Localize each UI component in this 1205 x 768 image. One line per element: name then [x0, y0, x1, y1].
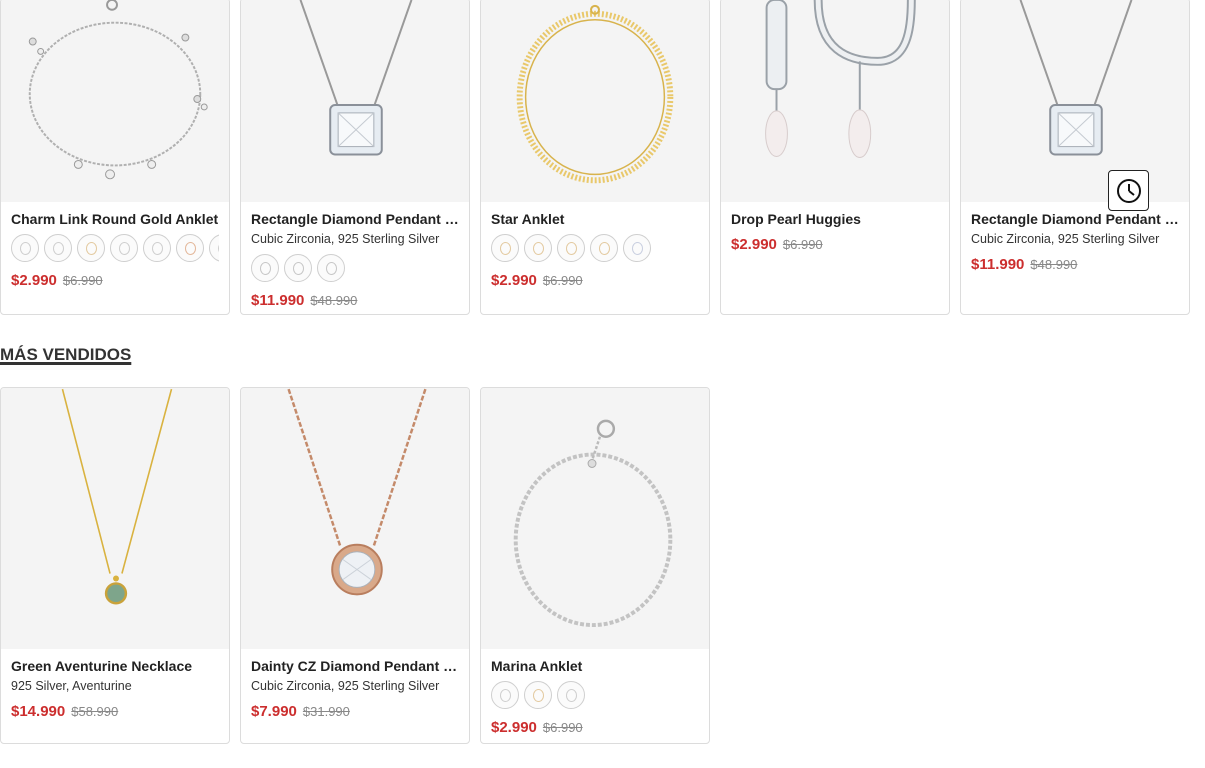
section-title[interactable]: MÁS VENDIDOS: [0, 344, 131, 366]
sale-price: $2.990: [731, 236, 777, 253]
product-name[interactable]: Marina Anklet: [491, 657, 699, 675]
sale-price: $2.990: [491, 719, 537, 736]
product-name[interactable]: Star Anklet: [491, 210, 699, 228]
product-image[interactable]: [721, 0, 949, 202]
color-swatches: [491, 234, 699, 264]
sale-price: $11.990: [251, 292, 305, 309]
price-block: $2.990 $6.990: [491, 718, 699, 737]
product-name[interactable]: Rectangle Diamond Pendant Ne...: [251, 210, 459, 228]
original-price: $6.990: [782, 237, 823, 252]
product-image[interactable]: [961, 0, 1189, 202]
clock-icon: [1116, 178, 1141, 203]
original-price: $31.990: [302, 704, 350, 719]
product-name[interactable]: Rectangle Diamond Pendant Ne...: [971, 210, 1179, 228]
color-swatch[interactable]: [491, 234, 519, 262]
product-card[interactable]: Marina Anklet $2.990 $6.990: [480, 387, 710, 744]
original-price: $6.990: [542, 273, 583, 288]
color-swatch[interactable]: [623, 234, 651, 262]
color-swatch[interactable]: [251, 254, 279, 282]
silver-anklet-image: [513, 419, 673, 628]
color-swatch[interactable]: [557, 234, 585, 262]
aventurine-necklace-image: [61, 388, 173, 605]
price-block: $2.990 $6.990: [11, 271, 219, 290]
product-material: 925 Silver, Aventurine: [11, 679, 132, 693]
product-name[interactable]: Dainty CZ Diamond Pendant Ne...: [251, 657, 459, 675]
pendant-necklace-image: [1019, 0, 1133, 156]
product-row-recent: Charm Link Round Gold Anklet $2.990 $6.99…: [0, 0, 1190, 315]
color-swatch[interactable]: [284, 254, 312, 282]
product-image[interactable]: [481, 0, 709, 202]
product-row-best-sellers: Green Aventurine Necklace 925 Silver, Av…: [0, 387, 710, 744]
color-swatch[interactable]: [317, 254, 345, 282]
color-swatch[interactable]: [557, 681, 585, 709]
color-swatch[interactable]: [491, 681, 519, 709]
color-swatch[interactable]: [209, 234, 219, 262]
sale-price: $11.990: [971, 256, 1025, 273]
color-swatch[interactable]: [590, 234, 618, 262]
product-card[interactable]: Star Anklet $2.990 $6.990: [480, 0, 710, 315]
sale-price: $2.990: [11, 272, 57, 289]
product-name[interactable]: Charm Link Round Gold Anklet: [11, 210, 219, 228]
product-image[interactable]: [481, 388, 709, 649]
price-block: $2.990 $6.990: [491, 271, 699, 290]
color-swatch[interactable]: [143, 234, 171, 262]
pendant-necklace-image: [299, 0, 413, 156]
price-block: $11.990 $48.990: [251, 291, 459, 310]
product-material: Cubic Zirconia, 925 Sterling Silver: [251, 679, 440, 693]
product-image[interactable]: [1, 0, 229, 202]
color-swatches: [11, 234, 219, 264]
original-price: $6.990: [62, 273, 103, 288]
recently-viewed-button[interactable]: [1108, 170, 1149, 211]
color-swatches: [251, 254, 459, 284]
sale-price: $7.990: [251, 703, 297, 720]
product-image[interactable]: [241, 0, 469, 202]
product-card[interactable]: Dainty CZ Diamond Pendant Ne... Cubic Zi…: [240, 387, 470, 744]
product-card[interactable]: Drop Pearl Huggies $2.990 $6.990: [720, 0, 950, 315]
product-image[interactable]: [241, 388, 469, 649]
original-price: $48.990: [1030, 257, 1078, 272]
product-card[interactable]: Rectangle Diamond Pendant Ne... Cubic Zi…: [960, 0, 1190, 315]
sale-price: $14.990: [11, 703, 66, 720]
original-price: $48.990: [310, 293, 358, 308]
product-card[interactable]: Green Aventurine Necklace 925 Silver, Av…: [0, 387, 230, 744]
color-swatch[interactable]: [524, 681, 552, 709]
original-price: $6.990: [542, 720, 583, 735]
sale-price: $2.990: [491, 272, 537, 289]
color-swatches: [491, 681, 699, 711]
product-card[interactable]: Charm Link Round Gold Anklet $2.990 $6.99…: [0, 0, 230, 315]
product-name[interactable]: Drop Pearl Huggies: [731, 210, 939, 228]
color-swatch[interactable]: [11, 234, 39, 262]
product-material: Cubic Zirconia, 925 Sterling Silver: [251, 232, 440, 246]
product-image[interactable]: [1, 388, 229, 649]
gold-anklet-image: [516, 4, 674, 184]
rose-gold-pendant-image: [287, 388, 427, 596]
color-swatch[interactable]: [110, 234, 138, 262]
anklet-charm-image: [28, 0, 208, 180]
price-block: $11.990 $48.990: [971, 255, 1179, 274]
price-block: $14.990 $58.990: [11, 702, 219, 721]
original-price: $58.990: [71, 704, 119, 719]
product-name[interactable]: Green Aventurine Necklace: [11, 657, 219, 675]
color-swatch[interactable]: [524, 234, 552, 262]
product-material: Cubic Zirconia, 925 Sterling Silver: [971, 232, 1160, 246]
product-card[interactable]: Rectangle Diamond Pendant Ne... Cubic Zi…: [240, 0, 470, 315]
color-swatch[interactable]: [176, 234, 204, 262]
color-swatch[interactable]: [77, 234, 105, 262]
color-swatch[interactable]: [44, 234, 72, 262]
price-block: $2.990 $6.990: [731, 235, 939, 254]
price-block: $7.990 $31.990: [251, 702, 459, 721]
pearl-earrings-image: [765, 0, 916, 158]
